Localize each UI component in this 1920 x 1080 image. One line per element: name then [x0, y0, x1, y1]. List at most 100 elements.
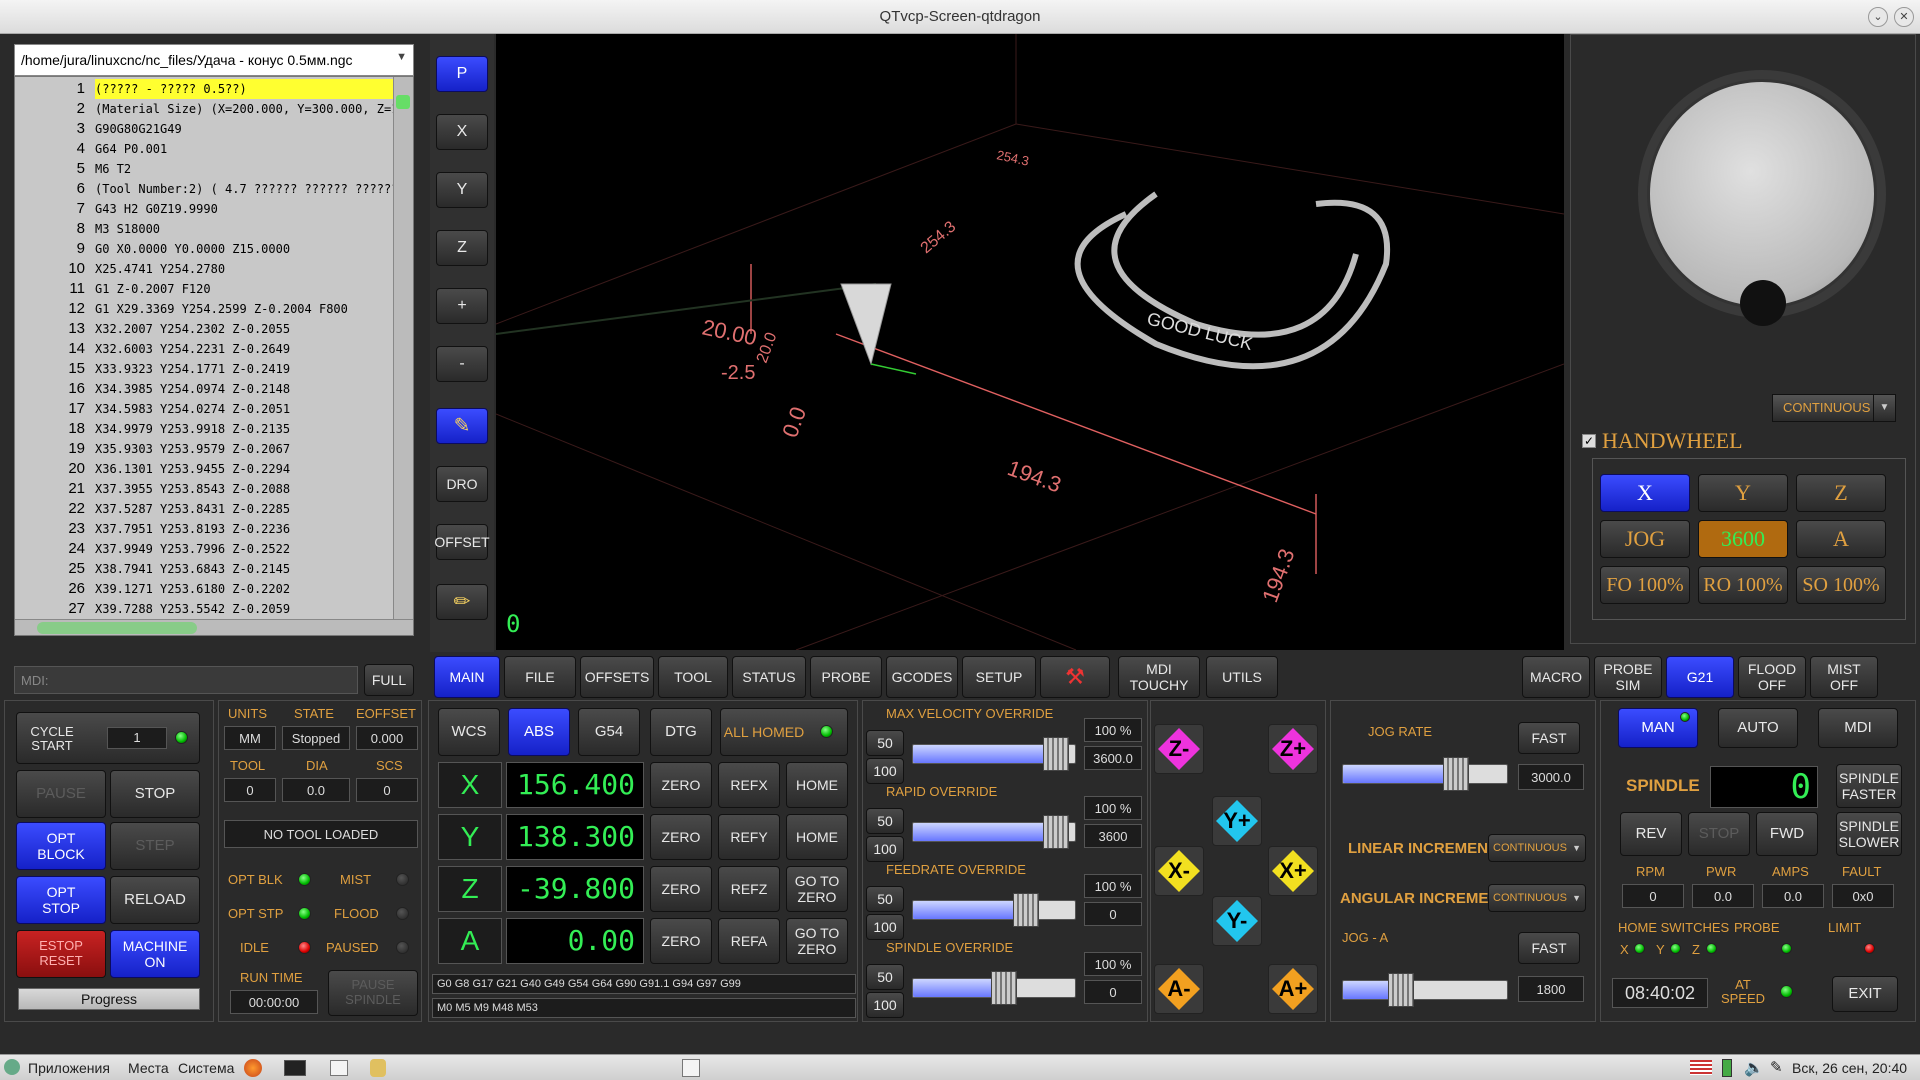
jog-xminus-button[interactable]: X- [1154, 846, 1204, 896]
handwheel-ro-button[interactable]: RO 100% [1698, 566, 1788, 604]
zero-z-button[interactable]: ZERO [650, 866, 712, 912]
angular-increment-select[interactable]: CONTINUOUS ▼ [1488, 884, 1586, 912]
mdi-input[interactable]: MDI: [14, 666, 358, 694]
gcode-line[interactable]: X39.7288 Y253.5542 Z-0.2059 [95, 599, 290, 619]
handwheel-axis-x-button[interactable]: X [1600, 474, 1690, 512]
zero-y-button[interactable]: ZERO [650, 814, 712, 860]
handwheel-jog-value[interactable]: 3600 [1698, 520, 1788, 558]
tools-tab[interactable]: ⚒ [1040, 656, 1110, 698]
override-50-button-0[interactable]: 50 [866, 730, 904, 756]
home-y-button[interactable]: HOME [786, 814, 848, 860]
override-slider-handle-0[interactable] [1043, 737, 1069, 771]
tab-utils[interactable]: UTILS [1206, 656, 1278, 698]
jog-a-slider-handle[interactable] [1388, 973, 1414, 1007]
linear-increment-select[interactable]: CONTINUOUS ▼ [1488, 834, 1586, 862]
spindle-fwd-button[interactable]: FWD [1756, 812, 1818, 856]
tab-mist-off[interactable]: MIST OFF [1810, 656, 1878, 698]
gcode-line[interactable]: X32.6003 Y254.2231 Z-0.2649 [95, 339, 290, 359]
gcode-line[interactable]: X35.9303 Y253.9579 Z-0.2067 [95, 439, 290, 459]
step-button[interactable]: STEP [110, 822, 200, 870]
override-slider-0[interactable] [912, 737, 1076, 771]
app-menu-icon[interactable] [4, 1059, 20, 1075]
minimize-icon[interactable]: ⌄ [1868, 7, 1888, 27]
scroll-handle[interactable] [396, 95, 410, 109]
opt-stop-button[interactable]: OPT STOP [16, 876, 106, 924]
gcode-line[interactable]: (Material Size) (X=200.000, Y=300.000, Z… [95, 99, 413, 119]
full-button[interactable]: FULL [364, 664, 414, 696]
jog-zplus-button[interactable]: Z+ [1268, 724, 1318, 774]
zero-x-button[interactable]: ZERO [650, 762, 712, 808]
tab-offsets[interactable]: OFFSETS [580, 656, 654, 698]
preview-view-dro-button[interactable]: DRO [436, 466, 488, 502]
tab-gcodes[interactable]: GCODES [886, 656, 958, 698]
gcode-line[interactable]: X38.7941 Y253.6843 Z-0.2145 [95, 559, 290, 579]
reload-button[interactable]: RELOAD [110, 876, 200, 924]
tab-setup[interactable]: SETUP [962, 656, 1036, 698]
network-icon[interactable]: ✎ [1770, 1058, 1783, 1076]
gcode-line[interactable]: G90G80G21G49 [95, 119, 182, 139]
override-slider-1[interactable] [912, 815, 1076, 849]
override-slider-2[interactable] [912, 893, 1076, 927]
g54-button[interactable]: G54 [578, 708, 640, 756]
override-100-button-1[interactable]: 100 [866, 836, 904, 862]
gcode-line[interactable]: X34.3985 Y254.0974 Z-0.2148 [95, 379, 290, 399]
ref-y-button[interactable]: REFY [718, 814, 780, 860]
home-a-button[interactable]: GO TO ZERO [786, 918, 848, 964]
keyboard-layout-flag-icon[interactable] [1690, 1060, 1712, 1075]
gcode-line[interactable]: G64 P0.001 [95, 139, 167, 159]
override-100-button-2[interactable]: 100 [866, 914, 904, 940]
override-slider-handle-1[interactable] [1043, 815, 1069, 849]
spindle-faster-button[interactable]: SPINDLE FASTER [1836, 764, 1902, 808]
zero-a-button[interactable]: ZERO [650, 918, 712, 964]
jog-a-fast-button[interactable]: FAST [1518, 932, 1580, 964]
jog-zminus-button[interactable]: Z- [1154, 724, 1204, 774]
jog-yplus-button[interactable]: Y+ [1212, 796, 1262, 846]
handwheel-dial[interactable] [1650, 82, 1874, 326]
gcode-line[interactable]: G1 Z-0.2007 F120 [95, 279, 211, 299]
mdi-mode-button[interactable]: MDI [1818, 708, 1898, 748]
override-slider-3[interactable] [912, 971, 1076, 1005]
opt-block-button[interactable]: OPT BLOCK [16, 822, 106, 870]
tab-probe[interactable]: PROBE [810, 656, 882, 698]
tab-file[interactable]: FILE [504, 656, 576, 698]
preview-view-p-button[interactable]: P [436, 56, 488, 92]
handwheel-aux-axis-button[interactable]: A [1796, 520, 1886, 558]
ref-x-button[interactable]: REFX [718, 762, 780, 808]
text-editor-icon[interactable] [330, 1060, 348, 1076]
preview-clear-button[interactable]: ✏ [436, 584, 488, 620]
spindle-rev-button[interactable]: REV [1620, 812, 1682, 856]
gcode-line[interactable]: (????? - ????? 0.5??) [95, 79, 395, 99]
close-icon[interactable]: ✕ [1894, 7, 1914, 27]
gcode-line[interactable]: X25.4741 Y254.2780 [95, 259, 225, 279]
ref-a-button[interactable]: REFA [718, 918, 780, 964]
handwheel-axis-z-button[interactable]: Z [1796, 474, 1886, 512]
cycle-start-button[interactable]: CYCLE START 1 [16, 712, 200, 764]
override-slider-handle-3[interactable] [991, 971, 1017, 1005]
stop-button[interactable]: STOP [110, 770, 200, 818]
preview-view-x-button[interactable]: X [436, 114, 488, 150]
gcode-preview[interactable]: GOOD LUCK 254.3 254.3 20.00 -2.5 20.0 0.… [496, 34, 1564, 650]
gcode-line[interactable]: X33.9323 Y254.1771 Z-0.2419 [95, 359, 290, 379]
gcode-line[interactable]: X37.5287 Y253.8431 Z-0.2285 [95, 499, 290, 519]
gcode-vscrollbar[interactable] [393, 77, 413, 621]
tab-mdi-touchy[interactable]: MDI TOUCHY [1118, 656, 1200, 698]
volume-icon[interactable]: 🔈 [1744, 1058, 1764, 1078]
gcode-line[interactable]: (Tool Number:2) ( 4.7 ?????? ?????? ????… [95, 179, 413, 199]
dtg-button[interactable]: DTG [650, 708, 712, 756]
gcode-line[interactable]: X36.1301 Y253.9455 Z-0.2294 [95, 459, 290, 479]
window-list-icon[interactable] [682, 1059, 700, 1077]
override-100-button-0[interactable]: 100 [866, 758, 904, 784]
home-z-button[interactable]: GO TO ZERO [786, 866, 848, 912]
gcode-line[interactable]: X39.1271 Y253.6180 Z-0.2202 [95, 579, 290, 599]
machine-on-button[interactable]: MACHINE ON [110, 930, 200, 978]
auto-mode-button[interactable]: AUTO [1718, 708, 1798, 748]
tab-flood-off[interactable]: FLOOD OFF [1738, 656, 1806, 698]
battery-icon[interactable] [1722, 1059, 1732, 1077]
override-50-button-2[interactable]: 50 [866, 886, 904, 912]
handwheel-mode-select[interactable]: CONTINUOUS ▼ [1772, 394, 1896, 422]
handwheel-fo-button[interactable]: FO 100% [1600, 566, 1690, 604]
jog-aplus-button[interactable]: A+ [1268, 964, 1318, 1014]
tab-g21[interactable]: G21 [1666, 656, 1734, 698]
home-x-button[interactable]: HOME [786, 762, 848, 808]
pause-button[interactable]: PAUSE [16, 770, 106, 818]
